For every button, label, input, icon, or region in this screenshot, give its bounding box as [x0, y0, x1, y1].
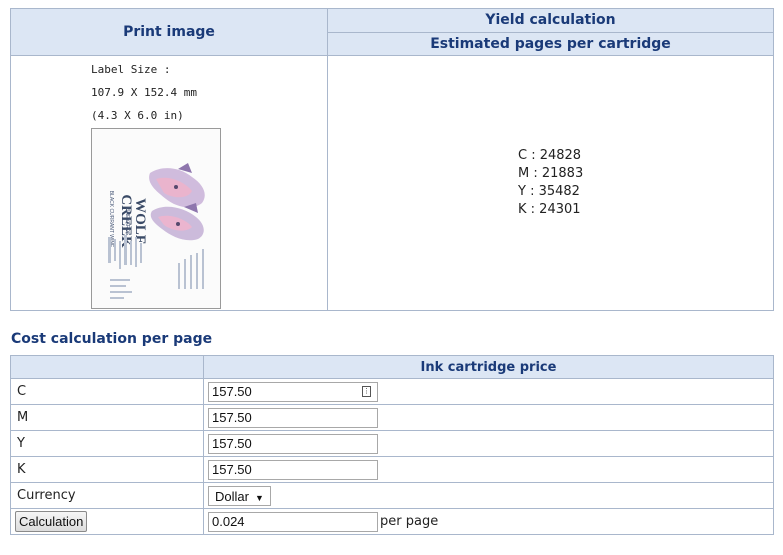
price-input-y[interactable]: [208, 433, 378, 454]
yield-list: C : 24828 M : 21883 Y : 35482 K : 24301: [518, 147, 773, 219]
print-image-header: Print image: [10, 8, 328, 56]
label-size-title: Label Size :: [91, 63, 171, 76]
price-input-m[interactable]: [208, 407, 378, 428]
yield-table: Print image Yield calculation Estimated …: [10, 8, 774, 311]
cost-row-k: K: [10, 456, 774, 483]
cost-cell-y: [203, 430, 774, 457]
yield-m: M : 21883: [518, 166, 584, 181]
cost-cell-m: [203, 404, 774, 431]
calculation-button[interactable]: Calculation: [15, 511, 88, 532]
currency-label: Currency: [10, 482, 204, 509]
cost-label-c: C: [10, 378, 204, 405]
currency-select-value: Dollar: [215, 488, 249, 504]
cost-table: Ink cartridge price C ⋮ M Y K Currency D…: [10, 355, 774, 535]
cost-label-m: M: [10, 404, 204, 431]
label-size-mm: 107.9 X 152.4 mm: [91, 86, 197, 99]
autofill-icon[interactable]: ⋮: [362, 385, 371, 397]
print-image-cell: Label Size : 107.9 X 152.4 mm (4.3 X 6.0 i…: [10, 55, 328, 311]
cost-cell-k: [203, 456, 774, 483]
cost-label-k: K: [10, 456, 204, 483]
chevron-down-icon: ▼: [254, 492, 264, 503]
yield-k: K : 24301: [518, 202, 581, 217]
cost-cell-c: ⋮: [203, 378, 774, 405]
cost-row-c: C ⋮: [10, 378, 774, 405]
calculation-button-cell: Calculation: [10, 508, 204, 535]
label-sub-line1: VINEYARDS: [124, 207, 130, 236]
price-input-k[interactable]: [208, 459, 378, 480]
cost-label-y: Y: [10, 430, 204, 457]
label-size-info: Label Size : 107.9 X 152.4 mm (4.3 X 6.0 i…: [91, 58, 327, 127]
estimated-pages-header: Estimated pages per cartridge: [327, 31, 774, 56]
cost-row-m: M: [10, 404, 774, 431]
label-preview-image: WOLF CREEK VINEYARDS BLACK CURRANT WINE: [91, 128, 221, 309]
currency-row: Currency Dollar ▼: [10, 482, 774, 509]
yield-calculation-header: Yield calculation: [327, 8, 774, 33]
cost-row-y: Y: [10, 430, 774, 457]
label-size-in: (4.3 X 6.0 in): [91, 109, 184, 122]
result-unit: per page: [380, 514, 439, 529]
yield-result-cell: C : 24828 M : 21883 Y : 35482 K : 24301: [327, 55, 774, 311]
cost-header-blank: [10, 355, 204, 379]
price-field-c-wrap: ⋮: [204, 381, 378, 402]
cost-section-title: Cost calculation per page: [11, 331, 213, 347]
price-input-c[interactable]: [208, 381, 378, 402]
currency-cell: Dollar ▼: [203, 482, 774, 509]
result-cell: per page: [203, 508, 774, 535]
yield-c: C : 24828: [518, 148, 582, 163]
label-artwork: WOLF CREEK VINEYARDS BLACK CURRANT WINE: [92, 129, 220, 308]
ink-price-header: Ink cartridge price: [203, 355, 774, 379]
result-field[interactable]: [208, 511, 378, 532]
yield-y: Y : 35482: [518, 184, 580, 199]
currency-select[interactable]: Dollar ▼: [208, 485, 271, 506]
calculation-row: Calculation per page: [10, 508, 774, 535]
